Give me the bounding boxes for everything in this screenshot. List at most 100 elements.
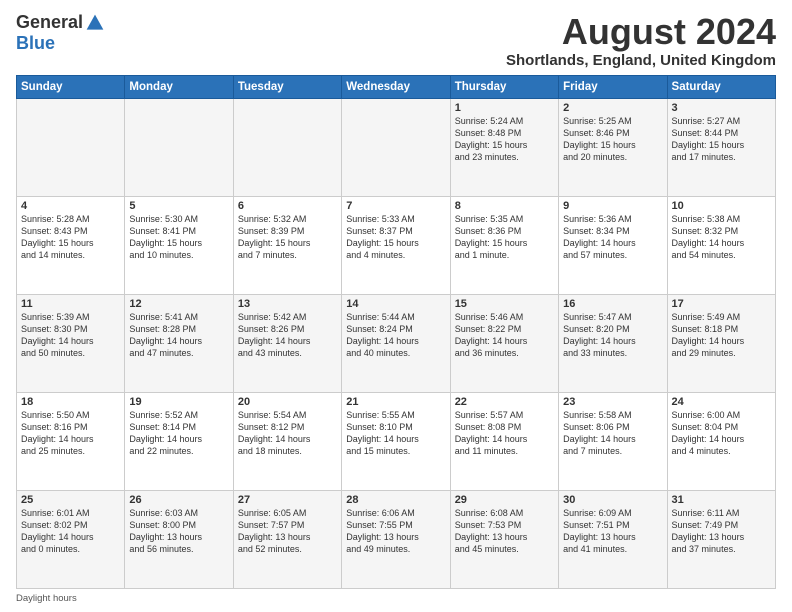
calendar-cell: 8Sunrise: 5:35 AM Sunset: 8:36 PM Daylig… <box>450 196 558 294</box>
day-info: Sunrise: 6:09 AM Sunset: 7:51 PM Dayligh… <box>563 507 662 556</box>
day-info: Sunrise: 5:27 AM Sunset: 8:44 PM Dayligh… <box>672 115 771 164</box>
day-info: Sunrise: 5:46 AM Sunset: 8:22 PM Dayligh… <box>455 311 554 360</box>
day-number: 17 <box>672 298 771 310</box>
day-number: 6 <box>238 200 337 212</box>
day-info: Sunrise: 5:54 AM Sunset: 8:12 PM Dayligh… <box>238 409 337 458</box>
day-number: 4 <box>21 200 120 212</box>
day-number: 9 <box>563 200 662 212</box>
day-number: 25 <box>21 494 120 506</box>
day-info: Sunrise: 5:28 AM Sunset: 8:43 PM Dayligh… <box>21 213 120 262</box>
day-info: Sunrise: 6:06 AM Sunset: 7:55 PM Dayligh… <box>346 507 445 556</box>
calendar-cell <box>342 98 450 196</box>
day-info: Sunrise: 5:52 AM Sunset: 8:14 PM Dayligh… <box>129 409 228 458</box>
calendar-cell: 15Sunrise: 5:46 AM Sunset: 8:22 PM Dayli… <box>450 294 558 392</box>
day-info: Sunrise: 5:47 AM Sunset: 8:20 PM Dayligh… <box>563 311 662 360</box>
calendar-cell: 18Sunrise: 5:50 AM Sunset: 8:16 PM Dayli… <box>17 392 125 490</box>
day-info: Sunrise: 5:41 AM Sunset: 8:28 PM Dayligh… <box>129 311 228 360</box>
day-number: 2 <box>563 102 662 114</box>
calendar-week-row: 4Sunrise: 5:28 AM Sunset: 8:43 PM Daylig… <box>17 196 776 294</box>
day-number: 24 <box>672 396 771 408</box>
day-number: 29 <box>455 494 554 506</box>
header: General Blue August 2024 Shortlands, Eng… <box>16 12 776 69</box>
day-number: 5 <box>129 200 228 212</box>
day-info: Sunrise: 5:32 AM Sunset: 8:39 PM Dayligh… <box>238 213 337 262</box>
calendar-cell: 17Sunrise: 5:49 AM Sunset: 8:18 PM Dayli… <box>667 294 775 392</box>
calendar-cell: 31Sunrise: 6:11 AM Sunset: 7:49 PM Dayli… <box>667 490 775 588</box>
title-block: August 2024 Shortlands, England, United … <box>506 12 776 69</box>
day-info: Sunrise: 5:57 AM Sunset: 8:08 PM Dayligh… <box>455 409 554 458</box>
day-number: 10 <box>672 200 771 212</box>
calendar-cell: 27Sunrise: 6:05 AM Sunset: 7:57 PM Dayli… <box>233 490 341 588</box>
calendar-cell: 21Sunrise: 5:55 AM Sunset: 8:10 PM Dayli… <box>342 392 450 490</box>
day-info: Sunrise: 6:05 AM Sunset: 7:57 PM Dayligh… <box>238 507 337 556</box>
day-info: Sunrise: 5:33 AM Sunset: 8:37 PM Dayligh… <box>346 213 445 262</box>
calendar-cell <box>233 98 341 196</box>
day-number: 15 <box>455 298 554 310</box>
day-number: 14 <box>346 298 445 310</box>
day-number: 16 <box>563 298 662 310</box>
day-number: 26 <box>129 494 228 506</box>
calendar-cell: 6Sunrise: 5:32 AM Sunset: 8:39 PM Daylig… <box>233 196 341 294</box>
calendar-cell: 24Sunrise: 6:00 AM Sunset: 8:04 PM Dayli… <box>667 392 775 490</box>
day-info: Sunrise: 6:00 AM Sunset: 8:04 PM Dayligh… <box>672 409 771 458</box>
day-number: 22 <box>455 396 554 408</box>
calendar-cell: 7Sunrise: 5:33 AM Sunset: 8:37 PM Daylig… <box>342 196 450 294</box>
logo-icon <box>85 13 105 33</box>
calendar-cell: 13Sunrise: 5:42 AM Sunset: 8:26 PM Dayli… <box>233 294 341 392</box>
calendar-cell: 11Sunrise: 5:39 AM Sunset: 8:30 PM Dayli… <box>17 294 125 392</box>
calendar-header-tuesday: Tuesday <box>233 75 341 98</box>
day-number: 13 <box>238 298 337 310</box>
calendar-cell <box>17 98 125 196</box>
calendar-cell: 19Sunrise: 5:52 AM Sunset: 8:14 PM Dayli… <box>125 392 233 490</box>
day-number: 30 <box>563 494 662 506</box>
month-title: August 2024 <box>506 12 776 52</box>
calendar-cell: 4Sunrise: 5:28 AM Sunset: 8:43 PM Daylig… <box>17 196 125 294</box>
day-info: Sunrise: 6:08 AM Sunset: 7:53 PM Dayligh… <box>455 507 554 556</box>
day-number: 3 <box>672 102 771 114</box>
calendar-cell: 12Sunrise: 5:41 AM Sunset: 8:28 PM Dayli… <box>125 294 233 392</box>
logo-general: General <box>16 12 83 33</box>
day-number: 12 <box>129 298 228 310</box>
calendar-cell: 2Sunrise: 5:25 AM Sunset: 8:46 PM Daylig… <box>559 98 667 196</box>
calendar-cell: 5Sunrise: 5:30 AM Sunset: 8:41 PM Daylig… <box>125 196 233 294</box>
logo-text: General <box>16 12 105 33</box>
day-info: Sunrise: 6:03 AM Sunset: 8:00 PM Dayligh… <box>129 507 228 556</box>
logo-blue: Blue <box>16 33 55 54</box>
day-info: Sunrise: 5:49 AM Sunset: 8:18 PM Dayligh… <box>672 311 771 360</box>
day-info: Sunrise: 5:24 AM Sunset: 8:48 PM Dayligh… <box>455 115 554 164</box>
calendar-cell: 26Sunrise: 6:03 AM Sunset: 8:00 PM Dayli… <box>125 490 233 588</box>
calendar-header-saturday: Saturday <box>667 75 775 98</box>
day-number: 28 <box>346 494 445 506</box>
calendar-week-row: 25Sunrise: 6:01 AM Sunset: 8:02 PM Dayli… <box>17 490 776 588</box>
calendar-cell: 1Sunrise: 5:24 AM Sunset: 8:48 PM Daylig… <box>450 98 558 196</box>
footer-note: Daylight hours <box>16 593 776 604</box>
day-info: Sunrise: 5:39 AM Sunset: 8:30 PM Dayligh… <box>21 311 120 360</box>
day-number: 1 <box>455 102 554 114</box>
calendar-week-row: 11Sunrise: 5:39 AM Sunset: 8:30 PM Dayli… <box>17 294 776 392</box>
day-number: 7 <box>346 200 445 212</box>
calendar-cell <box>125 98 233 196</box>
day-number: 20 <box>238 396 337 408</box>
day-number: 31 <box>672 494 771 506</box>
calendar-table: SundayMondayTuesdayWednesdayThursdayFrid… <box>16 75 776 589</box>
day-info: Sunrise: 5:58 AM Sunset: 8:06 PM Dayligh… <box>563 409 662 458</box>
location: Shortlands, England, United Kingdom <box>506 52 776 69</box>
calendar-cell: 30Sunrise: 6:09 AM Sunset: 7:51 PM Dayli… <box>559 490 667 588</box>
calendar-cell: 14Sunrise: 5:44 AM Sunset: 8:24 PM Dayli… <box>342 294 450 392</box>
day-info: Sunrise: 5:36 AM Sunset: 8:34 PM Dayligh… <box>563 213 662 262</box>
calendar-cell: 20Sunrise: 5:54 AM Sunset: 8:12 PM Dayli… <box>233 392 341 490</box>
day-info: Sunrise: 6:11 AM Sunset: 7:49 PM Dayligh… <box>672 507 771 556</box>
calendar-cell: 28Sunrise: 6:06 AM Sunset: 7:55 PM Dayli… <box>342 490 450 588</box>
calendar-cell: 3Sunrise: 5:27 AM Sunset: 8:44 PM Daylig… <box>667 98 775 196</box>
calendar-header-thursday: Thursday <box>450 75 558 98</box>
calendar-header-monday: Monday <box>125 75 233 98</box>
calendar-header-friday: Friday <box>559 75 667 98</box>
day-info: Sunrise: 5:38 AM Sunset: 8:32 PM Dayligh… <box>672 213 771 262</box>
day-info: Sunrise: 5:25 AM Sunset: 8:46 PM Dayligh… <box>563 115 662 164</box>
page: General Blue August 2024 Shortlands, Eng… <box>0 0 792 612</box>
day-info: Sunrise: 5:35 AM Sunset: 8:36 PM Dayligh… <box>455 213 554 262</box>
day-number: 11 <box>21 298 120 310</box>
calendar-header-row: SundayMondayTuesdayWednesdayThursdayFrid… <box>17 75 776 98</box>
calendar-cell: 23Sunrise: 5:58 AM Sunset: 8:06 PM Dayli… <box>559 392 667 490</box>
day-info: Sunrise: 5:50 AM Sunset: 8:16 PM Dayligh… <box>21 409 120 458</box>
